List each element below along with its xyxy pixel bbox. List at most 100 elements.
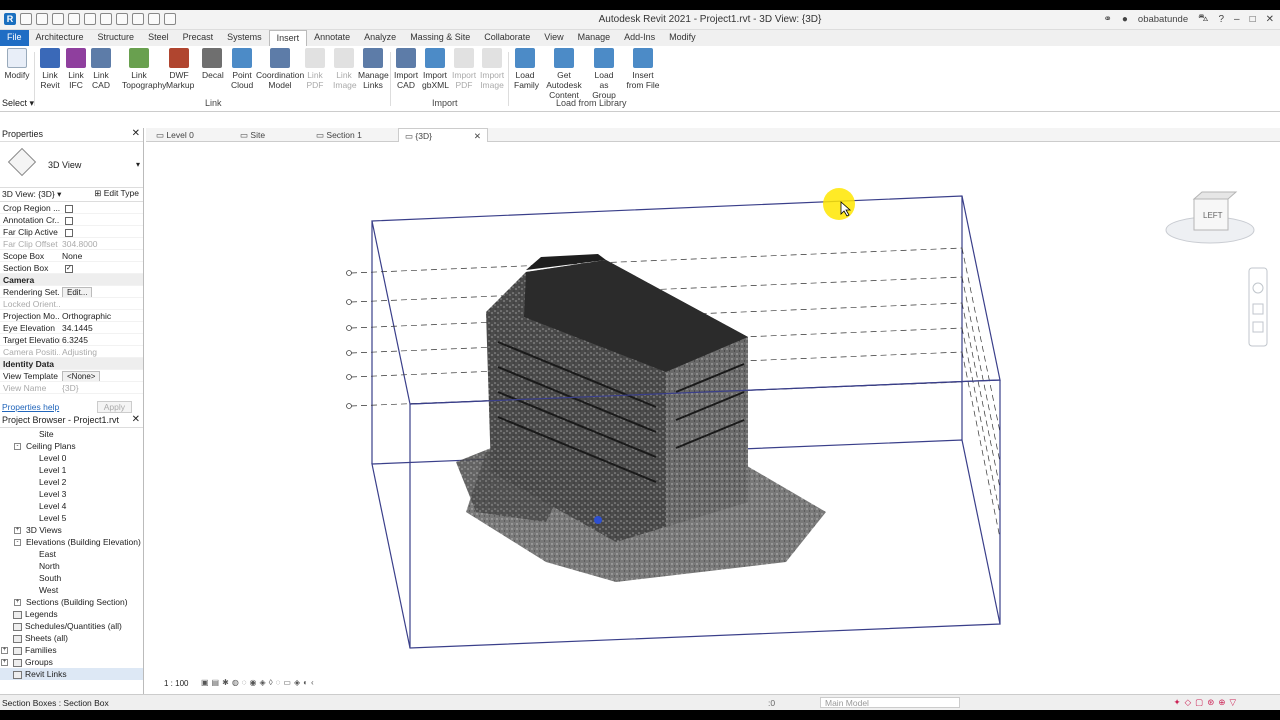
browser-node[interactable]: East [0,548,143,560]
cart-icon[interactable]: ⛍ [1198,13,1208,26]
browser-node[interactable]: West [0,584,143,596]
pan-icon[interactable] [1252,303,1264,315]
property-button[interactable]: <None> [62,371,101,381]
view-tab[interactable]: ▭ {3D} ✕ [398,128,488,142]
checkbox[interactable]: ✓ [65,264,73,273]
property-button[interactable]: Edit... [62,287,93,297]
manage-links-button[interactable]: Manage Links [358,48,389,90]
property-row[interactable]: Locked Orient... [0,298,143,310]
view-control-icons[interactable]: ▣▤✱◍◌◉◈◊◌▭◈◐‹ [201,678,317,687]
property-row[interactable]: View Name {3D} [0,382,143,394]
point-cloud-button[interactable]: Point Cloud [231,48,253,90]
browser-node[interactable]: North [0,560,143,572]
collapse-icon[interactable]: - [14,539,21,546]
steering-wheel-icon[interactable] [1252,282,1264,294]
get-autodesk-content-button[interactable]: Get Autodesk Content [540,48,588,100]
property-value[interactable] [60,298,122,309]
browser-node[interactable]: + Families [0,644,143,656]
chevron-down-icon[interactable]: ▾ [136,160,140,169]
decal-button[interactable]: Decal [202,48,224,80]
property-row[interactable]: Camera Positi... Adjusting [0,346,143,358]
property-row[interactable]: Target Elevation 6.3245 [0,334,143,346]
browser-node[interactable]: Level 1 [0,464,143,476]
3d-view-icon[interactable] [148,13,160,25]
tab-structure[interactable]: Structure [91,30,142,46]
property-value[interactable]: Edit... [60,286,122,297]
link-image-button[interactable]: Link Image [333,48,357,90]
tab-precast[interactable]: Precast [176,30,221,46]
view-tab[interactable]: ▭ Section 1 [310,128,398,142]
browser-node[interactable]: Level 3 [0,488,143,500]
property-row[interactable]: Identity Data [0,358,143,370]
import-gbxml-button[interactable]: Import gbXML [422,48,449,90]
insert-from-file-button[interactable]: Insert from File [626,48,660,90]
text-icon[interactable] [132,13,144,25]
property-value[interactable]: 6.3245 [60,334,122,345]
property-row[interactable]: Camera [0,274,143,286]
browser-node[interactable]: Schedules/Quantities (all) [0,620,143,632]
tab-file[interactable]: File [0,30,29,46]
viewcube-face[interactable]: LEFT [1203,211,1223,220]
tab-collaborate[interactable]: Collaborate [477,30,537,46]
expand-icon[interactable]: + [1,647,8,654]
property-value[interactable] [60,214,122,225]
save-icon[interactable] [36,13,48,25]
browser-node[interactable]: Site [0,428,143,440]
close-icon[interactable]: ✕ [1266,14,1274,25]
browser-node[interactable]: Revit Links [0,668,143,680]
import-image-button[interactable]: Import Image [480,48,504,90]
link-topography-button[interactable]: Link Topography [122,48,166,90]
modify-button[interactable]: Modify [4,48,30,80]
tab-architecture[interactable]: Architecture [29,30,91,46]
tab-modify[interactable]: Modify [662,30,703,46]
browser-node[interactable]: Level 5 [0,512,143,524]
property-value[interactable]: 304.8000 [60,238,122,249]
browser-node[interactable]: Sheets (all) [0,632,143,644]
collapse-icon[interactable]: - [14,443,21,450]
property-row[interactable]: Crop Region ... [0,202,143,214]
redo-icon[interactable] [84,13,96,25]
browser-node[interactable]: - Ceiling Plans [0,440,143,452]
view-tab[interactable]: ▭ Level 0 [150,128,234,142]
apply-button[interactable]: Apply [96,401,132,413]
property-value[interactable]: 34.1445 [60,322,122,333]
property-row[interactable]: Annotation Cr... [0,214,143,226]
load-family-button[interactable]: Load Family [514,48,539,90]
tab-annotate[interactable]: Annotate [307,30,357,46]
maximize-icon[interactable]: □ [1250,14,1256,25]
browser-node[interactable]: Legends [0,608,143,620]
edit-type-button[interactable]: ⊞ Edit Type [94,188,139,199]
tab-systems[interactable]: Systems [220,30,269,46]
coordination-model-button[interactable]: Coordination Model [256,48,304,90]
close-icon[interactable]: ✕ [474,129,481,143]
user-name[interactable]: obabatunde [1138,14,1188,25]
property-row[interactable]: Scope Box None [0,250,143,262]
checkbox[interactable] [65,216,73,225]
property-value[interactable]: {3D} [60,382,122,393]
property-value[interactable]: ✓ [60,262,122,273]
link-cad-button[interactable]: Link CAD [90,48,112,90]
property-value[interactable]: Orthographic [60,310,122,321]
print-icon[interactable] [100,13,112,25]
tab-steel[interactable]: Steel [141,30,176,46]
tab-analyze[interactable]: Analyze [357,30,403,46]
type-selector[interactable]: 3D View ▾ [0,142,143,188]
property-value[interactable]: <None> [60,370,122,381]
browser-node[interactable]: South [0,572,143,584]
model-selector[interactable]: Main Model [820,697,960,708]
close-hidden-icon[interactable] [164,13,176,25]
browser-node[interactable]: +3D Views [0,524,143,536]
browser-node[interactable]: - Elevations (Building Elevation) [0,536,143,548]
link-ifc-button[interactable]: Link IFC [66,48,86,90]
checkbox[interactable] [65,228,73,237]
point-cloud-building[interactable] [456,254,826,582]
open-icon[interactable] [20,13,32,25]
checkbox[interactable] [65,204,73,213]
import-cad-button[interactable]: Import CAD [394,48,418,90]
3d-viewport[interactable]: LEFT [146,142,1272,680]
property-row[interactable]: Far Clip Active [0,226,143,238]
browser-node[interactable]: Level 0 [0,452,143,464]
expand-icon[interactable]: + [14,599,21,606]
load-as-group-button[interactable]: Load as Group [590,48,618,100]
tab-view[interactable]: View [537,30,570,46]
